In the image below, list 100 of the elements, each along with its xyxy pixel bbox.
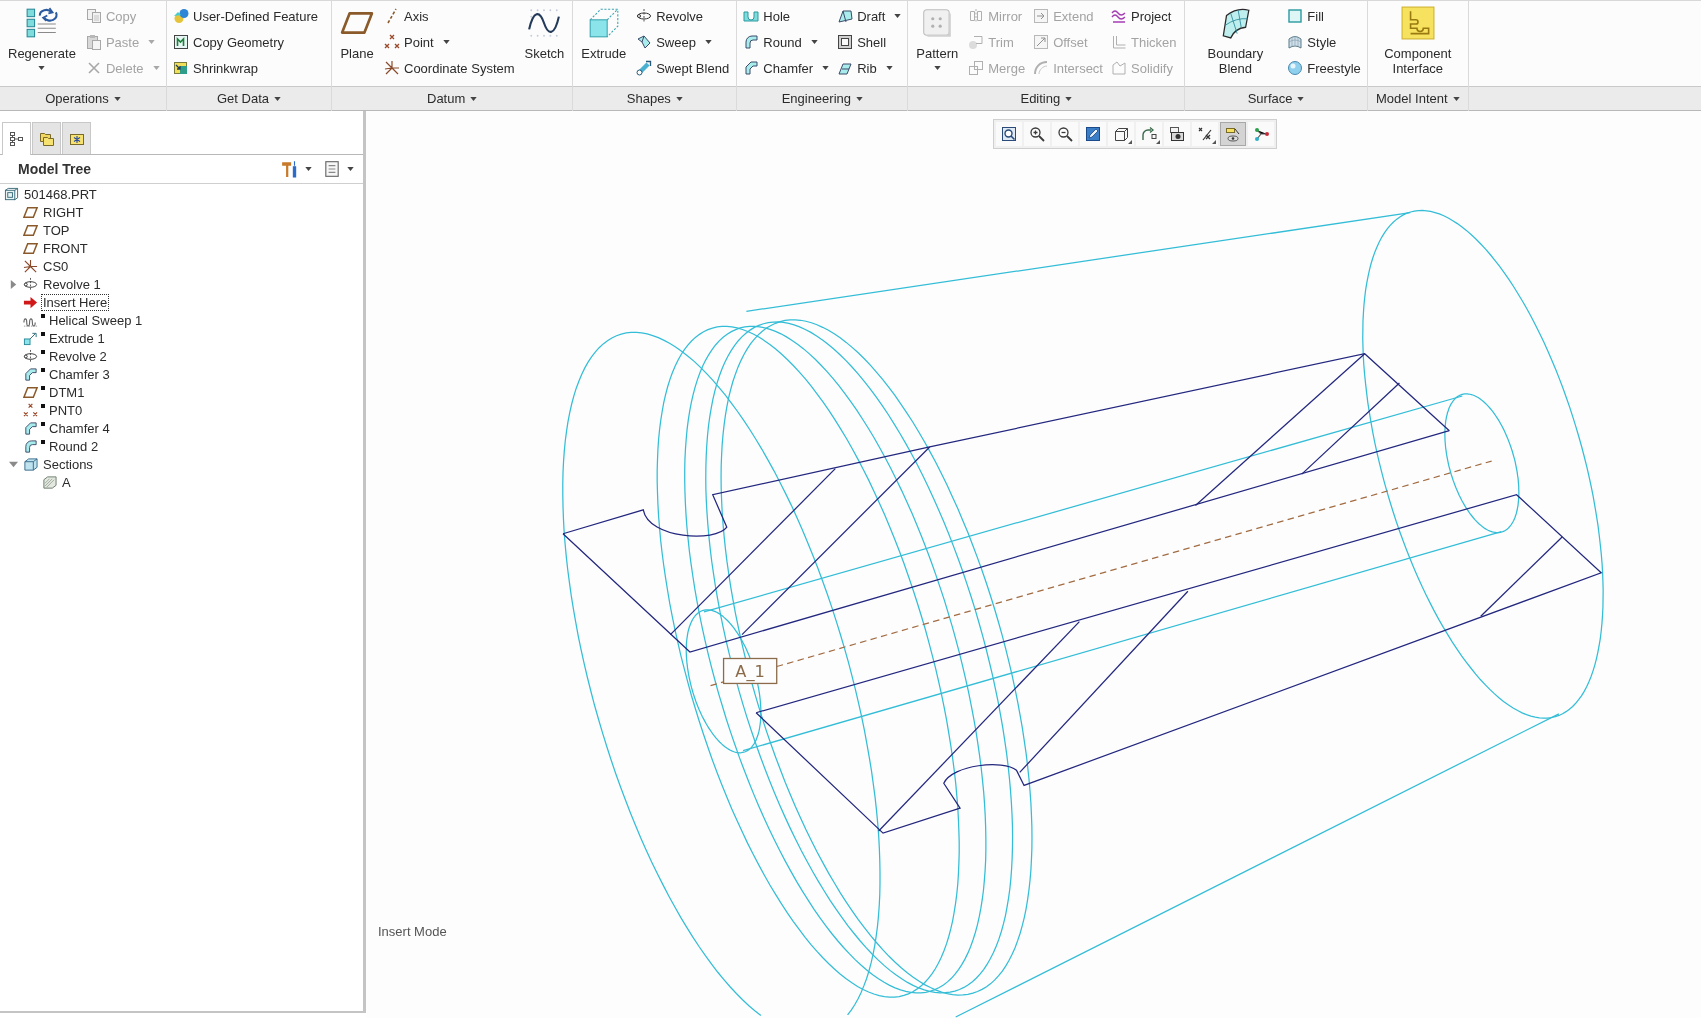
- bent-prism-icon: [636, 34, 653, 50]
- ribbon-button[interactable]: Pattern: [913, 0, 962, 84]
- tree-item[interactable]: PNT0: [23, 401, 85, 419]
- ribbon-button[interactable]: Plane: [337, 0, 377, 84]
- tree-item[interactable]: Sections: [23, 455, 95, 473]
- ribbon-button[interactable]: Draft: [836, 3, 903, 29]
- ribbon-button[interactable]: Copy Geometry: [172, 29, 319, 55]
- ribbon-button[interactable]: Shrinkwrap: [172, 55, 319, 81]
- ribbon-button[interactable]: Chamfer: [742, 55, 831, 81]
- ribbon-button[interactable]: Point: [383, 29, 516, 55]
- curved-shape-icon: [1033, 60, 1050, 76]
- cube-outline-icon: [1113, 126, 1129, 142]
- ribbon-button[interactable]: User-Defined Feature: [172, 3, 319, 29]
- ribbon-button[interactable]: Style: [1286, 29, 1362, 55]
- view-button[interactable]: [1248, 122, 1274, 146]
- ribbon-button[interactable]: Shell: [836, 29, 903, 55]
- ribbon-button[interactable]: Sketch: [521, 0, 568, 84]
- view-button[interactable]: [996, 122, 1022, 146]
- group-menu-button[interactable]: Datum: [332, 87, 573, 110]
- ribbon-button[interactable]: Component Interface: [1372, 0, 1463, 84]
- ribbon-button[interactable]: Extrude: [578, 0, 630, 84]
- cross-icon: [85, 60, 102, 76]
- group-menu-button[interactable]: Get Data: [167, 87, 331, 110]
- tree-item[interactable]: RIGHT: [23, 203, 86, 221]
- ribbon-button[interactable]: Project: [1110, 3, 1178, 29]
- tree-item[interactable]: CS0: [23, 257, 71, 275]
- caret-right-icon[interactable]: [9, 279, 18, 289]
- ribbon-button[interactable]: Fill: [1286, 3, 1362, 29]
- sine-wave-icon: [527, 6, 562, 40]
- hollow-square-icon: [837, 34, 854, 50]
- ribbon-button[interactable]: Sweep: [635, 29, 731, 55]
- group-menu-button[interactable]: Model Intent: [1367, 87, 1468, 110]
- list-icon: [323, 160, 341, 178]
- crosses-icon: [384, 34, 400, 50]
- ribbon-button[interactable]: Boundary Blend: [1190, 0, 1281, 84]
- tree-item[interactable]: Chamfer 3: [23, 365, 112, 383]
- mesh-surface-icon: [1287, 34, 1304, 50]
- square-icon: [1287, 8, 1304, 24]
- ribbon-button[interactable]: Coordinate System: [383, 55, 516, 81]
- view-button[interactable]: [1024, 122, 1050, 146]
- group-menu-button[interactable]: Shapes: [573, 87, 737, 110]
- tree-item[interactable]: A: [42, 473, 73, 491]
- camera-icon: [1169, 126, 1185, 142]
- tree-icon: [8, 131, 25, 147]
- magnifier-frame-icon: [1001, 126, 1017, 142]
- tree-item[interactable]: Helical Sweep 1: [23, 311, 145, 329]
- caret-icon: [274, 96, 281, 101]
- ribbon-button[interactable]: Swept Blend: [635, 55, 731, 81]
- view-button[interactable]: [1136, 122, 1162, 146]
- panel-tab[interactable]: [32, 122, 61, 154]
- parallelogram-icon: [23, 222, 38, 238]
- dashed-line-icon: [384, 8, 400, 24]
- ribbon-button[interactable]: Freestyle: [1286, 55, 1362, 81]
- ribbon-button[interactable]: Revolve: [635, 3, 731, 29]
- tree-item[interactable]: DTM1: [23, 383, 87, 401]
- group-menu-button[interactable]: Operations: [0, 87, 166, 110]
- ribbon-button[interactable]: Axis: [383, 3, 516, 29]
- caret-icon: [1452, 96, 1460, 101]
- tree-item[interactable]: FRONT: [23, 239, 90, 257]
- view-button[interactable]: [1052, 122, 1078, 146]
- view-button[interactable]: [1080, 122, 1106, 146]
- view-button[interactable]: [1192, 122, 1218, 146]
- caret-icon: [347, 167, 354, 171]
- tree-item[interactable]: Round 2: [23, 437, 101, 455]
- panel-title: Model Tree: [18, 161, 93, 177]
- view-button[interactable]: [1164, 122, 1190, 146]
- ribbon-button[interactable]: Round: [742, 29, 831, 55]
- group-menu-button[interactable]: Editing: [908, 87, 1185, 110]
- caret-icon: [675, 96, 683, 101]
- tapered-block-icon: [837, 8, 854, 24]
- panel-tab[interactable]: [2, 122, 31, 155]
- caret-down-icon[interactable]: [9, 459, 18, 469]
- tree-item[interactable]: Revolve 1: [23, 275, 103, 293]
- tree-item[interactable]: Extrude 1: [23, 329, 107, 347]
- group-menu-button[interactable]: Surface: [1185, 87, 1367, 110]
- mirrored-halves-icon: [968, 8, 985, 24]
- tree-item[interactable]: TOP: [23, 221, 72, 239]
- panel-tab[interactable]: [62, 122, 91, 154]
- axes-icon: [384, 60, 400, 76]
- view-button[interactable]: [1108, 122, 1134, 146]
- open-box-icon: [1111, 60, 1127, 76]
- crosses-line-icon: [1197, 126, 1213, 142]
- section-box-icon: [23, 456, 38, 472]
- bracket-icon: [1111, 34, 1127, 50]
- tree-item[interactable]: 501468.PRT: [4, 185, 99, 203]
- beveled-corner-icon: [23, 420, 38, 436]
- caret-icon: [470, 96, 478, 101]
- group-menu-button[interactable]: Engineering: [737, 87, 908, 110]
- clipboard-icon: [85, 34, 102, 50]
- axes-icon: [23, 258, 38, 274]
- ribbon-button[interactable]: Regenerate: [5, 0, 79, 84]
- ribbon-button[interactable]: Hole: [742, 3, 831, 29]
- crosses-icon: [23, 402, 38, 418]
- ribbon-button[interactable]: Rib: [836, 55, 903, 81]
- part-box-icon: [4, 186, 19, 202]
- tube-icon: [636, 60, 653, 76]
- axis-tag: A_1: [722, 657, 778, 685]
- tree-item[interactable]: Revolve 2: [23, 347, 109, 365]
- tree-item[interactable]: Chamfer 4: [23, 419, 112, 437]
- overlapping-squares-icon: [968, 60, 985, 76]
